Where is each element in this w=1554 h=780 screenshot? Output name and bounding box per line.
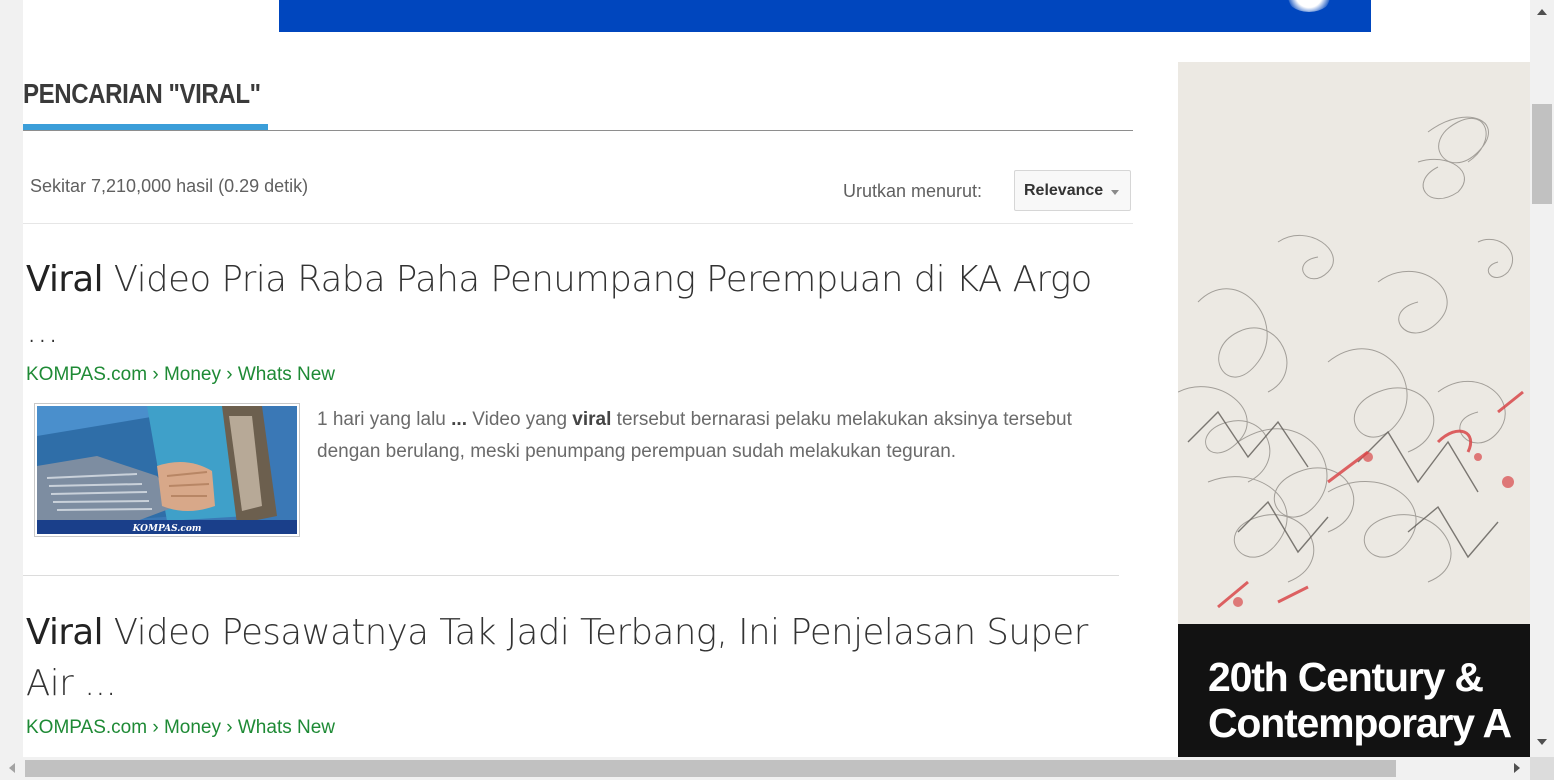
side-advertisement[interactable]: 20th Century & Contemporary A [1178, 62, 1530, 757]
breadcrumb-separator: › [147, 717, 164, 738]
vertical-scroll-thumb[interactable] [1532, 104, 1552, 204]
scroll-right-arrow-icon[interactable] [1514, 763, 1520, 773]
breadcrumb-separator: › [147, 364, 164, 385]
horizontal-scroll-thumb[interactable] [25, 760, 1396, 777]
result-body: KOMPAS.com 1 hari yang lalu ... Video ya… [26, 403, 1120, 537]
breadcrumb-site-link[interactable]: KOMPAS.com [26, 717, 147, 738]
snippet-text: Video yang [467, 409, 573, 430]
result-title-text: Video Pria Raba Paha Penumpang Perempuan… [26, 259, 1092, 351]
ad-caption-line: 20th Century & [1208, 654, 1484, 700]
search-heading: PENCARIAN "VIRAL" [23, 78, 1133, 132]
search-result: Viral Video Pria Raba Paha Penumpang Per… [26, 254, 1120, 537]
scroll-down-arrow-icon[interactable] [1537, 739, 1547, 745]
sort-selected-value: Relevance [1024, 181, 1104, 199]
result-snippet: 1 hari yang lalu ... Video yang viral te… [317, 404, 1117, 468]
result-title-keyword: Viral [26, 259, 104, 300]
snippet-ellipsis: ... [451, 409, 467, 430]
ad-caption-line: Contemporary A [1208, 700, 1512, 746]
banner-logo-glow [1285, 0, 1333, 12]
breadcrumb-separator: › [220, 717, 238, 738]
thumbnail-watermark: KOMPAS.com [132, 524, 202, 534]
ad-artwork-image [1178, 62, 1530, 624]
breadcrumb-separator: › [220, 364, 238, 385]
stats-divider [23, 223, 1133, 224]
search-result: Viral Video Pesawatnya Tak Jadi Terbang,… [26, 607, 1120, 739]
scroll-left-arrow-icon[interactable] [9, 763, 15, 773]
browser-viewport: PENCARIAN "VIRAL" Sekitar 7,210,000 hasi… [0, 0, 1554, 780]
result-breadcrumb: KOMPAS.com › Money › Whats New [26, 717, 1120, 739]
heading-rule [23, 130, 1133, 131]
snippet-keyword: viral [572, 409, 612, 430]
heading-accent-bar [23, 124, 268, 130]
scroll-up-arrow-icon[interactable] [1537, 9, 1547, 15]
chevron-down-icon [1111, 190, 1119, 195]
breadcrumb-section-link[interactable]: Money [164, 364, 221, 385]
breadcrumb-site-link[interactable]: KOMPAS.com [26, 364, 147, 385]
thumbnail-image: KOMPAS.com [37, 406, 297, 534]
horizontal-scrollbar[interactable] [0, 757, 1530, 780]
ad-caption: 20th Century & Contemporary A [1178, 624, 1530, 757]
breadcrumb-subsection-link[interactable]: Whats New [238, 717, 335, 738]
scrollbar-corner [1530, 757, 1554, 780]
snippet-date: 1 hari yang lalu [317, 409, 452, 430]
breadcrumb-section-link[interactable]: Money [164, 717, 221, 738]
result-title-keyword: Viral [26, 612, 104, 653]
top-banner-ad[interactable] [279, 0, 1371, 32]
result-thumbnail[interactable]: KOMPAS.com [34, 403, 300, 537]
breadcrumb-subsection-link[interactable]: Whats New [238, 364, 335, 385]
result-stats: Sekitar 7,210,000 hasil (0.29 detik) [30, 176, 309, 196]
result-title-link[interactable]: Viral Video Pesawatnya Tak Jadi Terbang,… [26, 607, 1104, 709]
web-page: PENCARIAN "VIRAL" Sekitar 7,210,000 hasi… [23, 0, 1530, 757]
search-title: PENCARIAN "VIRAL" [23, 78, 261, 109]
result-title-text: Video Pesawatnya Tak Jadi Terbang, Ini P… [26, 612, 1088, 704]
sort-dropdown[interactable]: Relevance [1014, 170, 1131, 211]
result-divider [23, 575, 1119, 576]
result-title-link[interactable]: Viral Video Pria Raba Paha Penumpang Per… [26, 254, 1104, 356]
vertical-scrollbar[interactable] [1530, 0, 1554, 757]
sort-label: Urutkan menurut: [843, 181, 983, 201]
result-breadcrumb: KOMPAS.com › Money › Whats New [26, 364, 1120, 386]
